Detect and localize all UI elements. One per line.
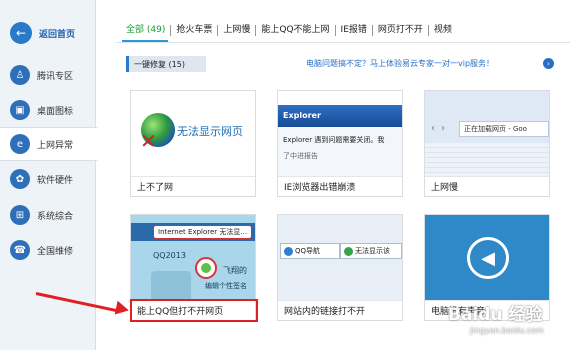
fix-card-ie-crash[interactable]: Explorer Explorer 遇到问题需要关闭。我 了中进报告 IE浏览器… — [277, 90, 403, 197]
sidebar-item-system[interactable]: ⊞ 系统综合 — [0, 198, 96, 232]
fix-card-links-broken[interactable]: QQ导航 无法显示该 网站内的链接打不开 — [277, 214, 403, 321]
sidebar-item-tencent[interactable]: ♙ 腾讯专区 — [0, 58, 96, 92]
vip-promo-link[interactable]: 电脑问题搞不定？马上体验易云专家一对一vip服务！ — [306, 58, 494, 69]
sidebar-item-software-hardware[interactable]: ✿ 软件硬件 — [0, 162, 96, 196]
thumbnail-lines — [425, 143, 549, 177]
thumbnail-text: 了中进报告 — [283, 152, 318, 160]
sound-off-icon: ◀ — [467, 237, 509, 279]
thumbnail-text: 正在加载网页 - Goo — [459, 121, 549, 137]
thumbnail-text: QQ导航 — [295, 247, 321, 255]
thumbnail-text: 飞翔的 — [223, 266, 247, 275]
one-click-fix-header: 一键修复 (15) — [126, 56, 206, 72]
status-ring-icon — [195, 257, 217, 279]
chevron-right-icon[interactable]: › — [543, 58, 554, 69]
phone-icon: ☎ — [10, 240, 30, 260]
page-icon — [344, 246, 353, 256]
tab-slow-internet[interactable]: 上网慢 — [218, 22, 255, 38]
tab-ie-error[interactable]: IE报错 — [336, 22, 372, 38]
sidebar-item-label: 软件硬件 — [37, 175, 74, 186]
sidebar-item-label: 上网异常 — [37, 140, 74, 151]
avatar — [151, 271, 191, 301]
tab-all[interactable]: 全部 (49) — [126, 22, 170, 38]
divider — [116, 42, 570, 43]
tab-video[interactable]: 视频 — [429, 22, 457, 38]
back-arrow-icon: ← — [10, 22, 32, 44]
thumbnail-text: Explorer 遇到问题需要关闭。我 — [283, 136, 385, 144]
card-thumbnail: Internet Explorer 无法显... QQ2013 飞翔的 编辑个性… — [131, 215, 255, 301]
thumbnail-text: QQ2013 — [153, 251, 186, 260]
sidebar-item-label: 全国维修 — [37, 246, 74, 257]
category-tabs: 全部 (49) 抢火车票 上网慢 能上QQ不能上网 IE报错 网页打不开 视频 — [126, 22, 457, 38]
pointer-arrowhead — [114, 300, 131, 318]
monitor-icon: ▣ — [10, 100, 30, 120]
sidebar-item-desktop-icons[interactable]: ▣ 桌面图标 — [0, 93, 96, 127]
card-title: 上网慢 — [425, 176, 549, 196]
sidebar-item-label: 腾讯专区 — [37, 71, 74, 82]
card-title: IE浏览器出错崩溃 — [278, 176, 402, 196]
thumbnail-text: Internet Explorer 无法显... — [153, 225, 253, 239]
card-thumbnail: QQ导航 无法显示该 — [278, 215, 402, 301]
thumbnail-text: 无法显示网页 — [177, 125, 243, 138]
sidebar-item-label: 系统综合 — [37, 211, 74, 222]
error-x-icon: ✕ — [140, 129, 157, 153]
internet-explorer-icon: e — [10, 134, 30, 154]
qq-nav-icon — [284, 246, 293, 256]
card-thumbnail: ‹› 正在加载网页 - Goo — [425, 91, 549, 177]
back-home-button[interactable]: ← 返回首页 — [0, 16, 96, 50]
sidebar-item-label: 桌面图标 — [37, 106, 74, 117]
sidebar-item-national-repair[interactable]: ☎ 全国维修 — [0, 233, 96, 267]
thumbnail-tab: QQ导航 — [280, 243, 340, 259]
card-title: 网站内的链接打不开 — [278, 300, 402, 320]
qq-penguin-icon: ♙ — [10, 65, 30, 85]
fix-card-no-internet[interactable]: ✕ 无法显示网页 上不了网 — [130, 90, 256, 197]
gear-icon: ✿ — [10, 169, 30, 189]
watermark: Baidu 经验 — [448, 305, 543, 325]
tab-train-tickets[interactable]: 抢火车票 — [171, 22, 217, 38]
card-title: 上不了网 — [131, 176, 255, 196]
nav-arrows-icon: ‹› — [431, 123, 451, 134]
card-thumbnail: Explorer Explorer 遇到问题需要关闭。我 了中进报告 — [278, 91, 402, 177]
card-thumbnail: ✕ 无法显示网页 — [131, 91, 255, 177]
thumbnail-tab: 无法显示该 — [340, 243, 402, 259]
thumbnail-text: 无法显示该 — [355, 247, 390, 255]
tab-page-wont-open[interactable]: 网页打不开 — [373, 22, 428, 38]
sidebar-item-internet-abnormal[interactable]: e 上网异常 — [0, 127, 97, 161]
watermark-url: jingyan.baidu.com — [470, 326, 544, 335]
back-home-label: 返回首页 — [39, 29, 76, 40]
highlight-box — [130, 299, 258, 322]
fix-card-slow-internet[interactable]: ‹› 正在加载网页 - Goo 上网慢 — [424, 90, 550, 197]
thumbnail-title: Explorer — [278, 105, 402, 127]
thumbnail-text: 编辑个性签名 — [205, 282, 247, 290]
card-thumbnail: ◀ — [425, 215, 549, 301]
tab-qq-no-internet[interactable]: 能上QQ不能上网 — [256, 22, 334, 38]
windows-icon: ⊞ — [10, 205, 30, 225]
